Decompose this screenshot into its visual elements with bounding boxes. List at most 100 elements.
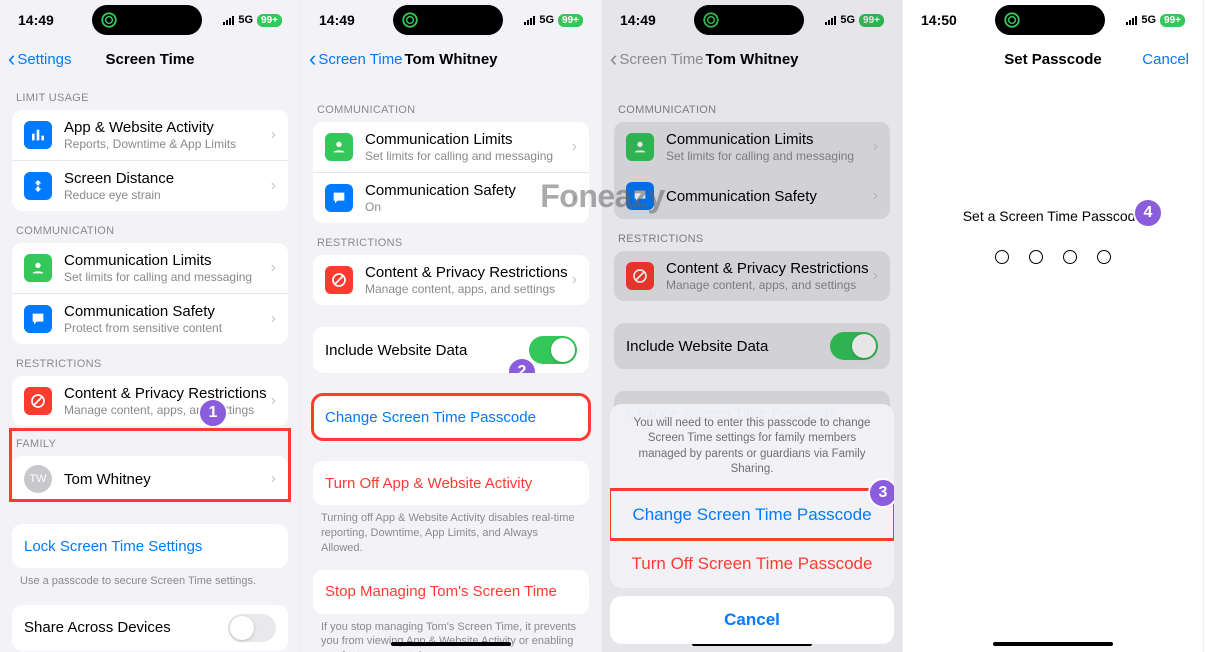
row-sub: Manage content, apps, and settings xyxy=(64,403,271,417)
row-share-devices[interactable]: Share Across Devices xyxy=(12,605,288,651)
passcode-dot xyxy=(1063,250,1077,264)
chevron-right-icon: › xyxy=(271,177,276,195)
status-right: 5G 99+ xyxy=(223,14,282,27)
row-lock-settings[interactable]: Lock Screen Time Settings xyxy=(12,524,288,568)
row-app-activity[interactable]: App & Website ActivityReports, Downtime … xyxy=(12,110,288,160)
chevron-right-icon: › xyxy=(572,138,577,156)
sheet-message: You will need to enter this passcode to … xyxy=(610,404,894,490)
chevron-right-icon: › xyxy=(572,189,577,207)
row-title: Communication Limits xyxy=(365,131,572,148)
member-name: Tom Whitney xyxy=(64,471,271,488)
group-family: TW Tom Whitney › xyxy=(12,456,288,502)
nav-bar: Set Passcode Cancel xyxy=(903,40,1203,78)
back-button[interactable]: ‹Settings xyxy=(8,48,72,70)
screen-2: 14:49 5G 99+ ‹Screen Time Tom Whitney CO… xyxy=(301,0,602,652)
chevron-left-icon: ‹ xyxy=(309,48,316,70)
share-toggle[interactable] xyxy=(228,614,276,642)
section-header-restr: RESTRICTIONS xyxy=(0,344,300,376)
row-title: App & Website Activity xyxy=(64,119,271,136)
cancel-button[interactable]: Cancel xyxy=(1142,51,1189,68)
chevron-left-icon: ‹ xyxy=(8,48,15,70)
webdata-toggle[interactable] xyxy=(529,336,577,364)
network-label: 5G xyxy=(238,14,253,26)
row-title: Screen Distance xyxy=(64,170,271,187)
footer-turnoff: Turning off App & Website Activity disab… xyxy=(301,505,601,556)
group-share: Share Across Devices xyxy=(12,605,288,651)
section-header-comm: COMMUNICATION xyxy=(0,211,300,243)
bubble-icon xyxy=(325,184,353,212)
battery-badge: 99+ xyxy=(1160,14,1185,27)
action-sheet: You will need to enter this passcode to … xyxy=(610,404,894,588)
no-entry-icon xyxy=(24,387,52,415)
sheet-cancel-button[interactable]: Cancel xyxy=(610,596,894,644)
group-stop: Stop Managing Tom's Screen Time xyxy=(313,570,589,614)
row-website-data[interactable]: Include Website Data xyxy=(313,327,589,373)
battery-badge: 99+ xyxy=(257,14,282,27)
row-title: Communication Safety xyxy=(365,182,572,199)
row-content-privacy[interactable]: Content & Privacy RestrictionsManage con… xyxy=(313,255,589,305)
person-icon xyxy=(24,254,52,282)
row-family-member[interactable]: TW Tom Whitney › xyxy=(12,456,288,502)
row-stop-managing[interactable]: Stop Managing Tom's Screen Time xyxy=(313,570,589,614)
back-label: Screen Time xyxy=(318,51,402,68)
dynamic-island xyxy=(393,5,503,35)
network-label: 5G xyxy=(539,14,554,26)
group-webdata: Include Website Data 2 xyxy=(313,327,589,373)
link-label: Lock Screen Time Settings xyxy=(24,538,202,555)
group-restr: Content & Privacy RestrictionsManage con… xyxy=(12,376,288,426)
sheet-turnoff-button[interactable]: Turn Off Screen Time Passcode xyxy=(610,539,894,588)
section-header-comm: COMMUNICATION xyxy=(301,78,601,122)
screen-3: 14:49 5G 99+ ‹Screen Time Tom Whitney CO… xyxy=(602,0,903,652)
no-entry-icon xyxy=(325,266,353,294)
row-sub: On xyxy=(365,200,572,214)
action-sheet-backdrop: You will need to enter this passcode to … xyxy=(602,0,902,652)
row-sub: Manage content, apps, and settings xyxy=(365,282,572,296)
battery-badge: 99+ xyxy=(558,14,583,27)
group-comm: Communication LimitsSet limits for calli… xyxy=(12,243,288,344)
status-time: 14:50 xyxy=(921,12,973,28)
row-title: Share Across Devices xyxy=(24,619,228,636)
row-comm-limits[interactable]: Communication LimitsSet limits for calli… xyxy=(313,122,589,172)
status-bar: 14:49 5G 99+ xyxy=(301,0,601,40)
group-change-passcode: Change Screen Time Passcode xyxy=(313,395,589,439)
signal-bars-icon xyxy=(524,15,535,25)
passcode-dot xyxy=(995,250,1009,264)
danger-label: Turn Off App & Website Activity xyxy=(325,475,532,492)
chevron-right-icon: › xyxy=(271,470,276,488)
section-header-restr: RESTRICTIONS xyxy=(301,223,601,255)
nav-bar: ‹Screen Time Tom Whitney xyxy=(301,40,601,78)
row-sub: Set limits for calling and messaging xyxy=(64,270,271,284)
back-label: Settings xyxy=(17,51,71,68)
sheet-change-button[interactable]: Change Screen Time Passcode xyxy=(610,490,894,539)
screen-1: 14:49 5G 99+ ‹Settings Screen Time LIMIT… xyxy=(0,0,301,652)
section-header-family: FAMILY xyxy=(0,426,300,456)
chevron-right-icon: › xyxy=(271,259,276,277)
row-content-privacy[interactable]: Content & Privacy RestrictionsManage con… xyxy=(12,376,288,426)
screen-4: 14:50 5G 99+ Set Passcode Cancel Set a S… xyxy=(903,0,1204,652)
home-indicator xyxy=(391,642,511,646)
passcode-dots xyxy=(903,250,1203,264)
row-sub: Reports, Downtime & App Limits xyxy=(64,137,271,151)
row-turnoff-activity[interactable]: Turn Off App & Website Activity xyxy=(313,461,589,505)
person-icon xyxy=(325,133,353,161)
row-comm-safety[interactable]: Communication SafetyProtect from sensiti… xyxy=(12,293,288,344)
home-indicator xyxy=(993,642,1113,646)
status-right: 5G 99+ xyxy=(1126,14,1185,27)
row-change-passcode[interactable]: Change Screen Time Passcode xyxy=(313,395,589,439)
back-button[interactable]: ‹Screen Time xyxy=(309,48,403,70)
step-badge-3: 3 xyxy=(868,478,894,508)
chart-icon xyxy=(24,121,52,149)
row-screen-distance[interactable]: Screen DistanceReduce eye strain › xyxy=(12,160,288,211)
group-turnoff: Turn Off App & Website Activity xyxy=(313,461,589,505)
row-comm-safety[interactable]: Communication SafetyOn › xyxy=(313,172,589,223)
row-title: Communication Limits xyxy=(64,252,271,269)
step-badge-1: 1 xyxy=(198,398,228,426)
status-time: 14:49 xyxy=(319,12,371,28)
chevron-right-icon: › xyxy=(271,392,276,410)
row-title: Communication Safety xyxy=(64,303,271,320)
row-comm-limits[interactable]: Communication LimitsSet limits for calli… xyxy=(12,243,288,293)
footer-stop: If you stop managing Tom's Screen Time, … xyxy=(301,614,601,652)
group-lock: Lock Screen Time Settings xyxy=(12,524,288,568)
status-bar: 14:50 5G 99+ xyxy=(903,0,1203,40)
network-label: 5G xyxy=(1141,14,1156,26)
